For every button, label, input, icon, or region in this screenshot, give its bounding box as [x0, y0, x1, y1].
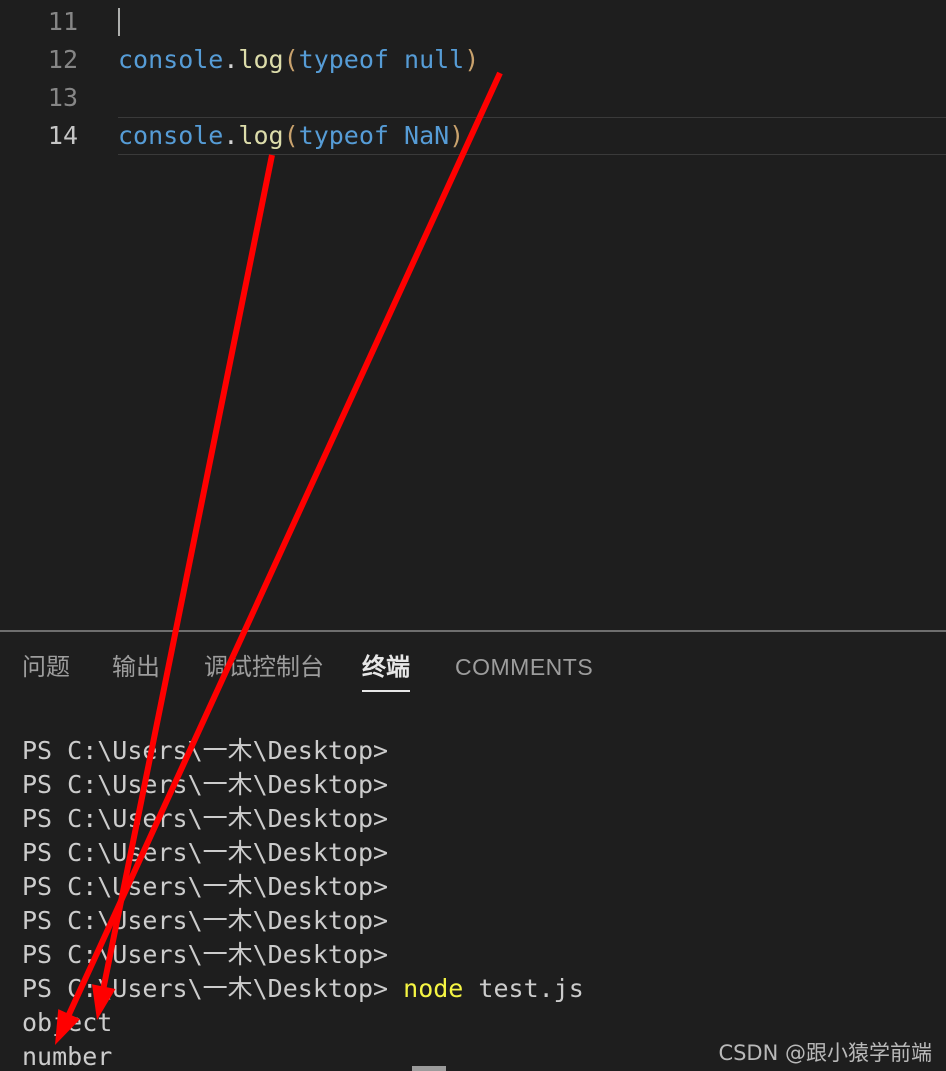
terminal-output[interactable]: PS C:\Users\一木\Desktop> PS C:\Users\一木\De… — [0, 706, 946, 1071]
code-line[interactable]: 12 console.log(typeof null) — [0, 41, 946, 79]
code-token-kw: typeof — [298, 121, 389, 150]
code-line[interactable]: 14 console.log(typeof NaN) — [0, 117, 946, 155]
line-number: 14 — [47, 121, 78, 150]
terminal-output-text: object — [22, 1008, 113, 1037]
terminal-prompt: PS C:\Users\一木\Desktop> — [22, 838, 389, 867]
code-token-fn: console — [118, 121, 224, 150]
terminal-line: object — [22, 1006, 112, 1040]
terminal-line: PS C:\Users\一木\Desktop> — [22, 938, 388, 972]
horizontal-scrollbar-thumb[interactable] — [412, 1066, 446, 1071]
terminal-prompt: PS C:\Users\一木\Desktop> — [22, 736, 389, 765]
code-line[interactable]: 13 — [0, 79, 946, 117]
terminal-line: PS C:\Users\一木\Desktop> — [22, 870, 388, 904]
code-token-dot: . — [223, 121, 239, 150]
code-line[interactable]: 11 — [0, 3, 946, 41]
terminal-line: PS C:\Users\一木\Desktop> — [22, 836, 388, 870]
terminal-line: PS C:\Users\一木\Desktop> — [22, 904, 388, 938]
terminal-prompt: PS C:\Users\一木\Desktop> — [22, 974, 389, 1003]
panel-tab-4[interactable]: 终端 — [362, 652, 410, 692]
code-line-text: console.log(typeof NaN) — [118, 117, 464, 155]
panel-tab-5[interactable]: COMMENTS — [455, 652, 593, 682]
code-token-paren: ( — [283, 121, 299, 150]
code-line-text: console.log(typeof null) — [118, 41, 479, 79]
terminal-prompt: PS C:\Users\一木\Desktop> — [22, 770, 389, 799]
terminal-prompt: PS C:\Users\一木\Desktop> — [22, 940, 389, 969]
line-number: 13 — [47, 83, 78, 112]
code-token-paren: ( — [283, 45, 299, 74]
code-token-fn: console — [118, 45, 224, 74]
terminal-prompt: PS C:\Users\一木\Desktop> — [22, 872, 389, 901]
panel-tab-3[interactable]: 调试控制台 — [204, 652, 324, 682]
code-token-const: NaN — [404, 121, 450, 150]
terminal-space — [388, 974, 403, 1003]
terminal-prompt: PS C:\Users\一木\Desktop> — [22, 804, 389, 833]
panel-tab-1[interactable]: 问题 — [22, 652, 70, 682]
terminal-prompt: PS C:\Users\一木\Desktop> — [22, 906, 389, 935]
code-editor[interactable]: 11 12 console.log(typeof null) 13 14 console.… — [0, 0, 946, 631]
line-number: 11 — [47, 7, 78, 36]
terminal-command: node — [403, 974, 464, 1003]
terminal-line: PS C:\Users\一木\Desktop> node test.js — [22, 972, 584, 1006]
code-token-prop: log — [238, 45, 284, 74]
terminal-argument: test.js — [463, 974, 584, 1003]
terminal-output-text: number — [22, 1042, 113, 1071]
code-token-const: null — [404, 45, 465, 74]
code-token-paren: ) — [449, 121, 465, 150]
vscode-window: 11 12 console.log(typeof null) 13 14 console.… — [0, 0, 946, 1071]
panel-tab-2[interactable]: 输出 — [112, 652, 160, 682]
terminal-line: PS C:\Users\一木\Desktop> — [22, 802, 388, 836]
terminal-line: PS C:\Users\一木\Desktop> — [22, 768, 388, 802]
terminal-line: PS C:\Users\一木\Desktop> — [22, 734, 388, 768]
code-token-prop: log — [238, 121, 284, 150]
code-token-dot — [389, 45, 404, 74]
line-number: 12 — [47, 45, 78, 74]
csdn-watermark: CSDN @跟小猿学前端 — [718, 1041, 932, 1065]
code-token-dot: . — [223, 45, 239, 74]
code-token-dot — [389, 121, 404, 150]
code-token-paren: ) — [464, 45, 480, 74]
code-token-kw: typeof — [298, 45, 389, 74]
terminal-line: number — [22, 1040, 112, 1071]
panel-tab-bar: 问题 输出 调试控制台 终端 COMMENTS — [0, 632, 946, 706]
bottom-panel: 问题 输出 调试控制台 终端 COMMENTS PS C:\Users\一木\Deskt… — [0, 632, 946, 1071]
